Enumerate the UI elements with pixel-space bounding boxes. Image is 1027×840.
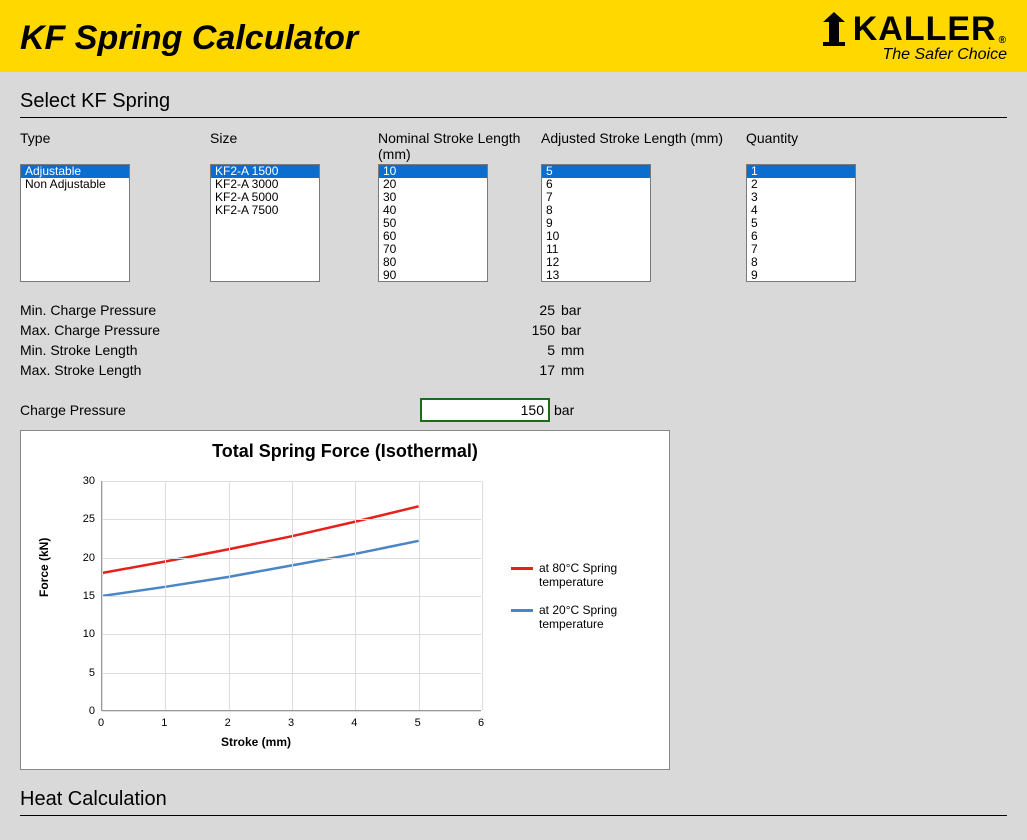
section-title-heat: Heat Calculation: [20, 788, 1007, 813]
label-nominal-stroke: Nominal Stroke Length (mm): [378, 128, 541, 164]
heat-calculation-section: Heat Calculation: [0, 770, 1027, 816]
xtick: 5: [415, 717, 421, 729]
legend-swatch-icon: [511, 609, 533, 612]
xtick: 4: [351, 717, 357, 729]
xtick: 1: [161, 717, 167, 729]
xtick: 0: [98, 717, 104, 729]
chart-spring-force: Total Spring Force (Isothermal) Force (k…: [20, 430, 670, 770]
xtick: 2: [225, 717, 231, 729]
list-option[interactable]: 10: [542, 230, 650, 243]
unit-max-charge: bar: [555, 320, 581, 340]
ytick: 30: [69, 475, 95, 487]
value-max-stroke: 17: [515, 360, 555, 380]
label-min-stroke: Min. Stroke Length: [20, 340, 515, 360]
label-min-charge: Min. Charge Pressure: [20, 300, 515, 320]
label-type: Type: [20, 128, 210, 164]
unit-min-charge: bar: [555, 300, 581, 320]
chart-legend: at 80°C Spring temperature at 20°C Spring…: [511, 561, 661, 645]
ytick: 5: [69, 667, 95, 679]
divider: [20, 117, 1007, 118]
listbox-size[interactable]: KF2-A 1500KF2-A 3000KF2-A 5000KF2-A 7500: [210, 164, 320, 282]
legend-label: at 80°C Spring temperature: [539, 561, 661, 589]
brand-logo: KALLER® The Safer Choice: [819, 12, 1007, 64]
listbox-type[interactable]: AdjustableNon Adjustable: [20, 164, 130, 282]
legend-swatch-icon: [511, 567, 533, 570]
section-title-select: Select KF Spring: [20, 90, 1007, 115]
listbox-nominal-stroke[interactable]: 102030405060708090100: [378, 164, 488, 282]
chart-title: Total Spring Force (Isothermal): [21, 431, 669, 462]
ytick: 0: [69, 705, 95, 717]
unit-min-stroke: mm: [555, 340, 584, 360]
label-max-stroke: Max. Stroke Length: [20, 360, 515, 380]
label-size: Size: [210, 128, 378, 164]
list-option[interactable]: 6: [542, 178, 650, 191]
header: KF Spring Calculator KALLER® The Safer C…: [0, 0, 1027, 72]
unit-max-stroke: mm: [555, 360, 584, 380]
logo-text: KALLER: [853, 12, 997, 46]
params-block: Min. Charge Pressure 25 bar Max. Charge …: [0, 282, 1027, 380]
logo-tagline: The Safer Choice: [882, 46, 1007, 64]
value-max-charge: 150: [515, 320, 555, 340]
ytick: 25: [69, 513, 95, 525]
page-title: KF Spring Calculator: [20, 19, 358, 58]
list-option[interactable]: 5: [542, 165, 650, 178]
listbox-adjusted-stroke[interactable]: 567891011121314: [541, 164, 651, 282]
chart-ylabel: Force (kN): [37, 538, 51, 597]
legend-item: at 20°C Spring temperature: [511, 603, 661, 631]
list-option[interactable]: 7: [747, 243, 855, 256]
list-option[interactable]: 3: [747, 191, 855, 204]
value-min-charge: 25: [515, 300, 555, 320]
legend-label: at 20°C Spring temperature: [539, 603, 661, 631]
list-option[interactable]: 2: [747, 178, 855, 191]
select-spring-section: Select KF Spring: [0, 72, 1027, 118]
label-max-charge: Max. Charge Pressure: [20, 320, 515, 340]
value-min-stroke: 5: [515, 340, 555, 360]
list-option[interactable]: 8: [542, 204, 650, 217]
list-option[interactable]: Non Adjustable: [21, 178, 129, 191]
listbox-quantity[interactable]: 12345678910: [746, 164, 856, 282]
ytick: 15: [69, 590, 95, 602]
legend-item: at 80°C Spring temperature: [511, 561, 661, 589]
charge-pressure-row: Charge Pressure bar: [0, 380, 1027, 428]
chart-plot-area: [101, 481, 481, 711]
list-option[interactable]: 1: [747, 165, 855, 178]
chart-xlabel: Stroke (mm): [221, 735, 291, 749]
label-charge-pressure: Charge Pressure: [20, 402, 420, 418]
list-option[interactable]: 5: [747, 217, 855, 230]
divider: [20, 815, 1007, 816]
xtick: 3: [288, 717, 294, 729]
list-option[interactable]: 4: [747, 204, 855, 217]
list-option[interactable]: KF2-A 7500: [211, 204, 319, 217]
label-quantity: Quantity: [746, 128, 876, 164]
input-charge-pressure[interactable]: [420, 398, 550, 422]
ytick: 20: [69, 552, 95, 564]
unit-charge-pressure: bar: [550, 402, 574, 418]
kaller-arrow-icon: [819, 12, 849, 46]
registered-icon: ®: [999, 36, 1007, 46]
label-adjusted-stroke: Adjusted Stroke Length (mm): [541, 128, 746, 164]
xtick: 6: [478, 717, 484, 729]
list-option[interactable]: 6: [747, 230, 855, 243]
list-option[interactable]: 8: [747, 256, 855, 269]
list-option[interactable]: 7: [542, 191, 650, 204]
selector-row: Type AdjustableNon Adjustable Size KF2-A…: [0, 128, 1027, 282]
ytick: 10: [69, 628, 95, 640]
